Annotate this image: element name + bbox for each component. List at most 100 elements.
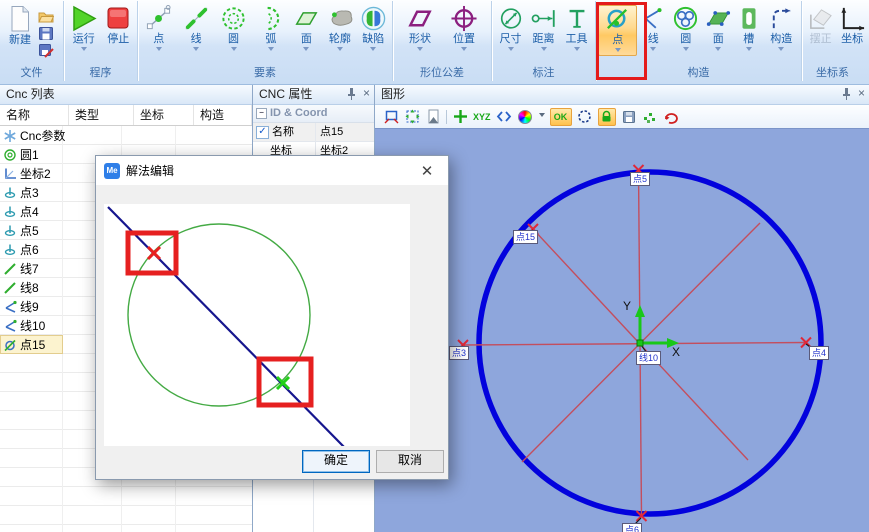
cancel-button[interactable]: 取消 [376, 450, 444, 473]
feature-label-point3[interactable]: 点3 [449, 346, 469, 360]
graphics-toolbar: XYZ OK [375, 105, 869, 129]
ribbon-group-tolerance: 形状 位置 形位公差 [393, 1, 492, 81]
construct-circle-icon [672, 5, 699, 32]
pin-icon[interactable] [841, 87, 852, 100]
dialog-close-icon[interactable]: ✕ [414, 162, 440, 180]
stop-button[interactable]: 停止 [101, 5, 135, 54]
point-cloud-icon[interactable] [642, 109, 658, 125]
dialog-titlebar[interactable]: Me 解法编辑 ✕ [96, 156, 448, 185]
crosshair-plus-icon[interactable] [452, 109, 468, 125]
feature-label-point15[interactable]: 点15 [513, 230, 538, 244]
construct-generic-icon [768, 5, 795, 32]
property-row[interactable]: ✓ 名称 点15 [253, 123, 374, 142]
properties-header: CNC 属性 × [253, 85, 374, 105]
color-wheel-icon[interactable] [517, 109, 533, 125]
column-construct[interactable]: 构造 [194, 105, 252, 125]
solution-point-1-marker[interactable] [148, 247, 160, 259]
element-circle-button[interactable]: 圆 [215, 5, 252, 54]
measure-point-icon [145, 5, 172, 32]
element-profile-button[interactable]: 轮廓 [323, 5, 356, 54]
measure-line-icon [183, 5, 210, 32]
group-label-coordsys: 坐标系 [802, 66, 869, 80]
align-icon [807, 5, 834, 32]
element-plane-button[interactable]: 面 [290, 5, 323, 54]
point-icon [3, 186, 17, 200]
close-icon[interactable]: × [363, 87, 370, 100]
solution-scene [104, 204, 410, 446]
construct-line-button[interactable]: 线 [637, 5, 669, 56]
run-button[interactable]: 运行 [66, 5, 101, 54]
measure-arc-icon [257, 5, 284, 32]
dropdown-arrow-icon [156, 47, 162, 54]
position-tolerance-button[interactable]: 位置 [442, 5, 486, 54]
dashed-circle-icon[interactable] [577, 109, 593, 125]
feature-label-point5[interactable]: 点5 [630, 172, 650, 186]
coordsys-button[interactable]: 坐标 [837, 5, 867, 46]
lock-toggle-button[interactable] [598, 108, 616, 126]
fit-view-icon[interactable] [404, 109, 420, 125]
tool-annotation-button[interactable]: 工具 [560, 5, 593, 54]
point-icon [3, 243, 17, 257]
element-arc-button[interactable]: 弧 [252, 5, 289, 54]
flip-arrows-icon[interactable] [496, 109, 512, 125]
dropdown-arrow-icon[interactable] [539, 113, 545, 120]
feature-label-line10[interactable]: 线10 [636, 351, 661, 365]
graphics-canvas[interactable]: Y X 点5 点15 点3 点4 线10 点6 [375, 128, 869, 532]
measure-circle-icon [220, 5, 247, 32]
save-view-icon[interactable] [621, 109, 637, 125]
cnc-list-column-headers[interactable]: 名称 类型 坐标 构造 [0, 105, 252, 126]
feature-label-point6[interactable]: 点6 [622, 523, 642, 532]
graphics-header: 图形 × [375, 85, 869, 105]
preview-line [108, 207, 346, 446]
solution-preview-canvas[interactable] [104, 204, 410, 446]
dialog-title: 解法编辑 [126, 162, 174, 179]
new-file-button[interactable]: 新建 [2, 5, 38, 58]
construct-circle-button[interactable]: 圆 [669, 5, 703, 56]
construct-generic-button[interactable]: 构造 [764, 5, 799, 56]
zoom-window-icon[interactable] [383, 109, 399, 125]
lock-icon [600, 110, 613, 123]
angle-line-icon [3, 319, 17, 333]
collapse-icon[interactable]: − [256, 108, 267, 119]
save-as-icon[interactable] [38, 43, 54, 58]
save-icon[interactable] [38, 26, 54, 41]
property-section-header[interactable]: − ID & Coord [253, 105, 374, 123]
line-icon [3, 262, 17, 276]
column-coord[interactable]: 坐标 [134, 105, 194, 125]
checkbox-checked-icon[interactable]: ✓ [256, 126, 269, 139]
element-defect-button[interactable]: 缺陷 [357, 5, 390, 54]
cnc-list-header: Cnc 列表 [0, 85, 252, 105]
close-icon[interactable]: × [858, 87, 865, 100]
ok-button[interactable]: 确定 [302, 450, 370, 473]
distance-icon [531, 5, 557, 32]
element-line-button[interactable]: 线 [177, 5, 214, 54]
distance-annotation-button[interactable]: 距离 [527, 5, 560, 54]
construct-plane-button[interactable]: 面 [702, 5, 734, 56]
open-folder-icon[interactable] [38, 9, 54, 24]
xyz-axes-toggle[interactable]: XYZ [473, 112, 491, 122]
construct-slot-button[interactable]: 槽 [734, 5, 764, 56]
dropdown-arrow-icon [508, 47, 514, 54]
form-shape-icon [406, 5, 434, 32]
toolbar-separator [446, 110, 447, 124]
pin-icon[interactable] [346, 87, 357, 100]
stop-icon [106, 5, 130, 32]
ok-toggle-button[interactable]: OK [550, 108, 572, 126]
property-value[interactable]: 点15 [316, 123, 374, 141]
construct-point-button[interactable]: 点 [598, 5, 637, 56]
form-tolerance-button[interactable]: 形状 [398, 5, 442, 54]
export-image-icon[interactable] [425, 109, 441, 125]
column-name[interactable]: 名称 [0, 105, 69, 125]
dropdown-arrow-icon [337, 47, 343, 54]
list-item[interactable]: Cnc参数 [0, 126, 252, 145]
size-icon [498, 5, 524, 32]
column-type[interactable]: 类型 [69, 105, 134, 125]
rotate-view-icon[interactable] [663, 109, 679, 125]
list-item-selected[interactable]: 点15 [0, 335, 63, 354]
align-button[interactable]: 摆正 [804, 5, 837, 46]
element-point-button[interactable]: 点 [140, 5, 177, 54]
dropdown-arrow-icon [81, 47, 87, 54]
graphics-scene [375, 129, 869, 532]
size-annotation-button[interactable]: 尺寸 [494, 5, 527, 54]
feature-label-point4[interactable]: 点4 [809, 346, 829, 360]
